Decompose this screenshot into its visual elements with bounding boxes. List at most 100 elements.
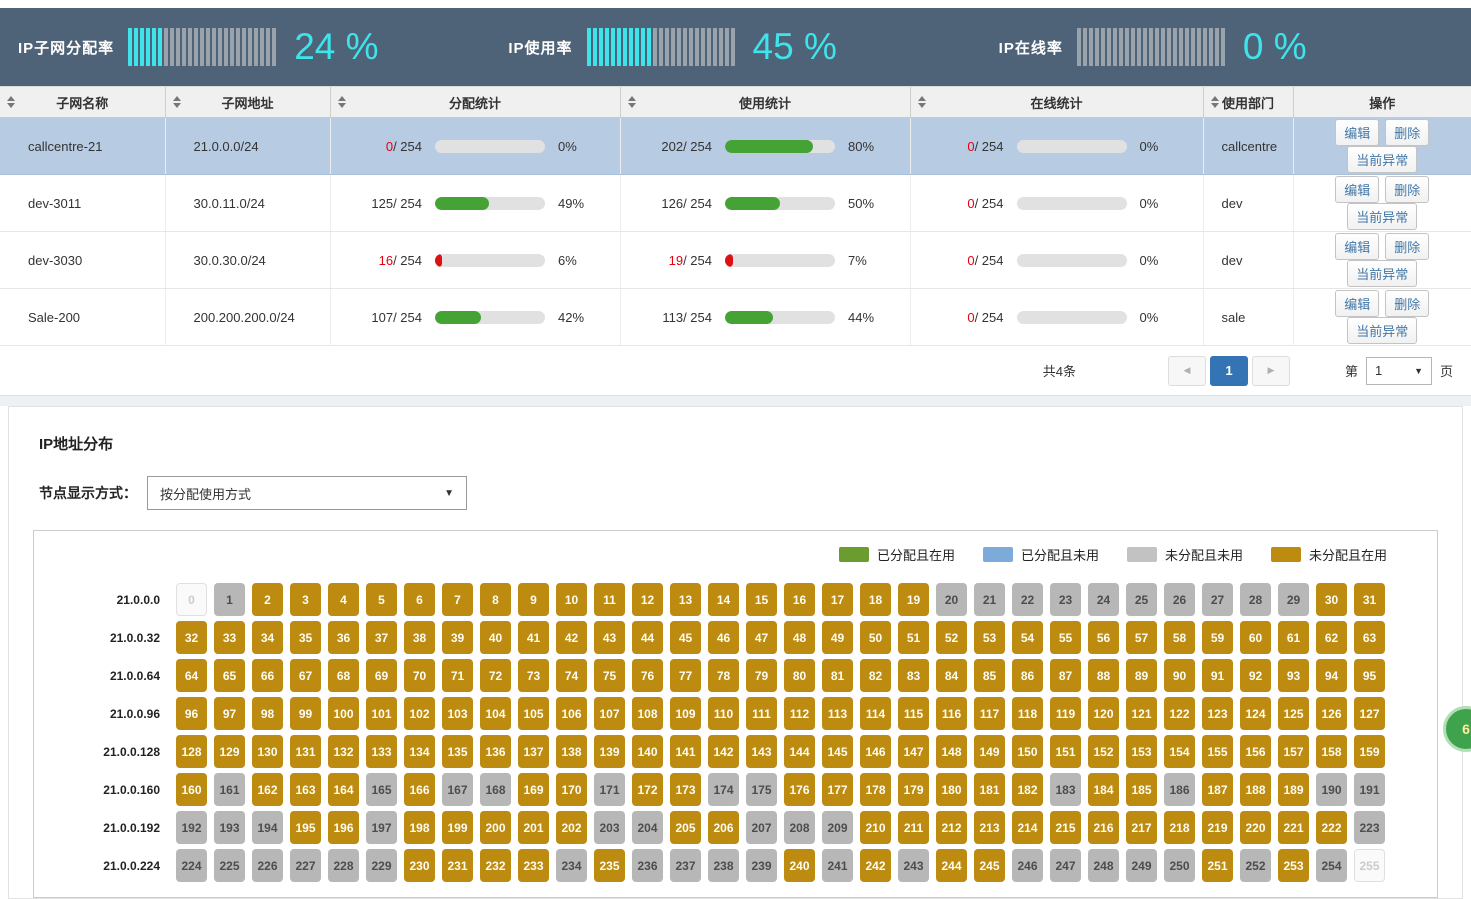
ip-cell-78[interactable]: 78 bbox=[708, 659, 739, 692]
ip-cell-49[interactable]: 49 bbox=[822, 621, 853, 654]
ip-cell-125[interactable]: 125 bbox=[1278, 697, 1309, 730]
page-button-1[interactable]: 1 bbox=[1210, 356, 1248, 386]
ip-cell-19[interactable]: 19 bbox=[898, 583, 929, 616]
ip-cell-160[interactable]: 160 bbox=[176, 773, 207, 806]
ip-cell-135[interactable]: 135 bbox=[442, 735, 473, 768]
ip-cell-93[interactable]: 93 bbox=[1278, 659, 1309, 692]
ip-cell-164[interactable]: 164 bbox=[328, 773, 359, 806]
ip-cell-214[interactable]: 214 bbox=[1012, 811, 1043, 844]
sort-icon[interactable] bbox=[918, 96, 926, 108]
ip-cell-192[interactable]: 192 bbox=[176, 811, 207, 844]
ip-cell-239[interactable]: 239 bbox=[746, 849, 777, 882]
ip-cell-197[interactable]: 197 bbox=[366, 811, 397, 844]
ip-cell-56[interactable]: 56 bbox=[1088, 621, 1119, 654]
ip-cell-77[interactable]: 77 bbox=[670, 659, 701, 692]
edit-button[interactable]: 编辑 bbox=[1335, 233, 1379, 260]
ip-cell-40[interactable]: 40 bbox=[480, 621, 511, 654]
sort-icon[interactable] bbox=[338, 96, 346, 108]
ip-cell-41[interactable]: 41 bbox=[518, 621, 549, 654]
delete-button[interactable]: 删除 bbox=[1385, 290, 1429, 317]
ip-cell-172[interactable]: 172 bbox=[632, 773, 663, 806]
ip-cell-251[interactable]: 251 bbox=[1202, 849, 1233, 882]
ip-cell-47[interactable]: 47 bbox=[746, 621, 777, 654]
ip-cell-36[interactable]: 36 bbox=[328, 621, 359, 654]
ip-cell-245[interactable]: 245 bbox=[974, 849, 1005, 882]
ip-cell-249[interactable]: 249 bbox=[1126, 849, 1157, 882]
ip-cell-139[interactable]: 139 bbox=[594, 735, 625, 768]
ip-cell-32[interactable]: 32 bbox=[176, 621, 207, 654]
ip-cell-39[interactable]: 39 bbox=[442, 621, 473, 654]
ip-cell-95[interactable]: 95 bbox=[1354, 659, 1385, 692]
ip-cell-191[interactable]: 191 bbox=[1354, 773, 1385, 806]
ip-cell-132[interactable]: 132 bbox=[328, 735, 359, 768]
ip-cell-91[interactable]: 91 bbox=[1202, 659, 1233, 692]
ip-cell-174[interactable]: 174 bbox=[708, 773, 739, 806]
node-display-mode-select[interactable]: 按分配使用方式 ▼ bbox=[147, 476, 467, 510]
ip-cell-130[interactable]: 130 bbox=[252, 735, 283, 768]
ip-cell-124[interactable]: 124 bbox=[1240, 697, 1271, 730]
ip-cell-27[interactable]: 27 bbox=[1202, 583, 1233, 616]
ip-cell-98[interactable]: 98 bbox=[252, 697, 283, 730]
ip-cell-73[interactable]: 73 bbox=[518, 659, 549, 692]
ip-cell-44[interactable]: 44 bbox=[632, 621, 663, 654]
edit-button[interactable]: 编辑 bbox=[1335, 290, 1379, 317]
ip-cell-182[interactable]: 182 bbox=[1012, 773, 1043, 806]
ip-cell-242[interactable]: 242 bbox=[860, 849, 891, 882]
column-header-5[interactable]: 使用部门 bbox=[1203, 87, 1293, 118]
ip-cell-158[interactable]: 158 bbox=[1316, 735, 1347, 768]
ip-cell-31[interactable]: 31 bbox=[1354, 583, 1385, 616]
ip-cell-43[interactable]: 43 bbox=[594, 621, 625, 654]
ip-cell-208[interactable]: 208 bbox=[784, 811, 815, 844]
ip-cell-253[interactable]: 253 bbox=[1278, 849, 1309, 882]
ip-cell-157[interactable]: 157 bbox=[1278, 735, 1309, 768]
ip-cell-20[interactable]: 20 bbox=[936, 583, 967, 616]
ip-cell-64[interactable]: 64 bbox=[176, 659, 207, 692]
ip-cell-1[interactable]: 1 bbox=[214, 583, 245, 616]
ip-cell-163[interactable]: 163 bbox=[290, 773, 321, 806]
ip-cell-149[interactable]: 149 bbox=[974, 735, 1005, 768]
ip-cell-92[interactable]: 92 bbox=[1240, 659, 1271, 692]
ip-cell-53[interactable]: 53 bbox=[974, 621, 1005, 654]
ip-cell-107[interactable]: 107 bbox=[594, 697, 625, 730]
ip-cell-100[interactable]: 100 bbox=[328, 697, 359, 730]
sort-icon[interactable] bbox=[628, 96, 636, 108]
ip-cell-23[interactable]: 23 bbox=[1050, 583, 1081, 616]
ip-cell-118[interactable]: 118 bbox=[1012, 697, 1043, 730]
ip-cell-9[interactable]: 9 bbox=[518, 583, 549, 616]
ip-cell-138[interactable]: 138 bbox=[556, 735, 587, 768]
ip-cell-48[interactable]: 48 bbox=[784, 621, 815, 654]
ip-cell-233[interactable]: 233 bbox=[518, 849, 549, 882]
table-row[interactable]: Sale-200200.200.200.0/24107/ 25442%113/ … bbox=[0, 289, 1471, 346]
ip-cell-116[interactable]: 116 bbox=[936, 697, 967, 730]
ip-cell-70[interactable]: 70 bbox=[404, 659, 435, 692]
ip-cell-148[interactable]: 148 bbox=[936, 735, 967, 768]
ip-cell-50[interactable]: 50 bbox=[860, 621, 891, 654]
ip-cell-203[interactable]: 203 bbox=[594, 811, 625, 844]
ip-cell-226[interactable]: 226 bbox=[252, 849, 283, 882]
ip-cell-68[interactable]: 68 bbox=[328, 659, 359, 692]
ip-cell-228[interactable]: 228 bbox=[328, 849, 359, 882]
ip-cell-200[interactable]: 200 bbox=[480, 811, 511, 844]
ip-cell-3[interactable]: 3 bbox=[290, 583, 321, 616]
delete-button[interactable]: 删除 bbox=[1385, 119, 1429, 146]
ip-cell-179[interactable]: 179 bbox=[898, 773, 929, 806]
ip-cell-147[interactable]: 147 bbox=[898, 735, 929, 768]
ip-cell-185[interactable]: 185 bbox=[1126, 773, 1157, 806]
ip-cell-213[interactable]: 213 bbox=[974, 811, 1005, 844]
ip-cell-156[interactable]: 156 bbox=[1240, 735, 1271, 768]
ip-cell-173[interactable]: 173 bbox=[670, 773, 701, 806]
ip-cell-166[interactable]: 166 bbox=[404, 773, 435, 806]
ip-cell-218[interactable]: 218 bbox=[1164, 811, 1195, 844]
ip-cell-209[interactable]: 209 bbox=[822, 811, 853, 844]
ip-cell-85[interactable]: 85 bbox=[974, 659, 1005, 692]
ip-cell-96[interactable]: 96 bbox=[176, 697, 207, 730]
ip-cell-26[interactable]: 26 bbox=[1164, 583, 1195, 616]
ip-cell-115[interactable]: 115 bbox=[898, 697, 929, 730]
ip-cell-217[interactable]: 217 bbox=[1126, 811, 1157, 844]
ip-cell-247[interactable]: 247 bbox=[1050, 849, 1081, 882]
ip-cell-34[interactable]: 34 bbox=[252, 621, 283, 654]
ip-cell-145[interactable]: 145 bbox=[822, 735, 853, 768]
ip-cell-84[interactable]: 84 bbox=[936, 659, 967, 692]
ip-cell-167[interactable]: 167 bbox=[442, 773, 473, 806]
ip-cell-101[interactable]: 101 bbox=[366, 697, 397, 730]
